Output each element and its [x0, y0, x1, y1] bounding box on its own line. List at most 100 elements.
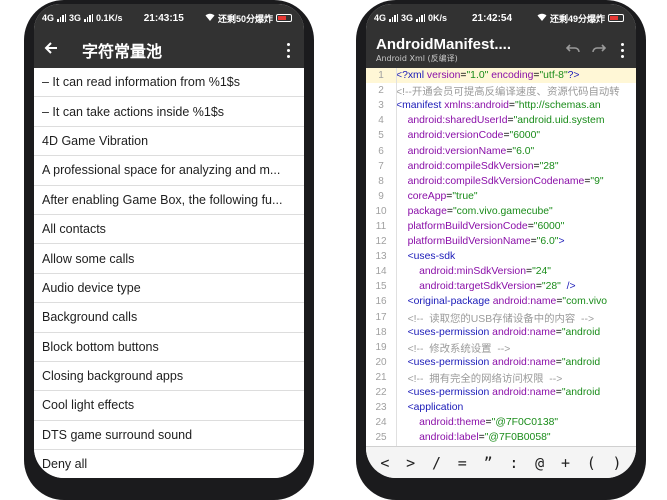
- symbol-key[interactable]: =: [451, 454, 473, 472]
- code-line[interactable]: 9 coreApp="true": [366, 189, 636, 204]
- more-options-icon[interactable]: [616, 42, 628, 58]
- list-item[interactable]: DTS game surround sound: [34, 421, 304, 451]
- symbol-key[interactable]: +: [554, 454, 576, 472]
- line-number: 22: [375, 387, 387, 399]
- code-text: android:theme="@7F0C0138": [419, 417, 559, 429]
- code-line[interactable]: 6 android:versionName="6.0": [366, 143, 636, 158]
- code-line[interactable]: 25 android:label="@7F0B0058": [366, 430, 636, 445]
- code-text: android:sharedUserId="android.uid.system: [407, 115, 605, 127]
- symbol-key[interactable]: :: [503, 454, 525, 472]
- list-item[interactable]: Background calls: [34, 303, 304, 333]
- network-label: 4G: [374, 13, 387, 23]
- symbol-key[interactable]: >: [400, 454, 422, 472]
- right-screen: 4G 3G 0K/s 21:42:54 还剩49分爆炸 AndroidManif…: [366, 4, 636, 478]
- list-item[interactable]: A professional space for analyzing and m…: [34, 156, 304, 186]
- code-text: <uses-sdk: [407, 251, 456, 263]
- code-text: <uses-permission android:name="android: [407, 326, 601, 338]
- code-text: package="com.vivo.gamecube": [407, 205, 553, 217]
- code-text: <!-- 读取您的USB存储设备中的内容 -->: [407, 313, 595, 325]
- code-line[interactable]: 8 android:compileSdkVersionCodename="9": [366, 174, 636, 189]
- list-item[interactable]: After enabling Game Box, the following f…: [34, 186, 304, 215]
- line-number: 18: [375, 326, 387, 338]
- line-number: 8: [378, 175, 384, 187]
- redo-icon[interactable]: [586, 42, 612, 58]
- code-line[interactable]: 23 <application: [366, 400, 636, 415]
- undo-icon[interactable]: [560, 42, 586, 58]
- symbol-key[interactable]: (: [580, 454, 602, 472]
- list-item[interactable]: Closing background apps: [34, 362, 304, 392]
- code-line[interactable]: 21 <!-- 拥有完全的网络访问权限 -->: [366, 370, 636, 385]
- code-text: <!--开通会员可提高反编译速度、资源代码自动转: [396, 87, 620, 99]
- code-line[interactable]: 24 android:theme="@7F0C0138": [366, 415, 636, 430]
- line-number-gutter-divider: [396, 68, 397, 446]
- list-item-label: Cool light effects: [42, 398, 135, 413]
- code-line[interactable]: 2 <!--开通会员可提高反编译速度、资源代码自动转: [366, 83, 636, 98]
- list-item[interactable]: Block bottom buttons: [34, 333, 304, 362]
- line-number: 12: [375, 236, 387, 248]
- list-item-label: After enabling Game Box, the following f…: [42, 192, 283, 207]
- list-item[interactable]: Deny all: [34, 450, 304, 478]
- symbol-key[interactable]: /: [425, 454, 447, 472]
- code-line[interactable]: 7 android:compileSdkVersion="28": [366, 159, 636, 174]
- list-item[interactable]: – It can take actions inside %1$s: [34, 97, 304, 127]
- code-line[interactable]: 22 <uses-permission android:name="androi…: [366, 385, 636, 400]
- code-line[interactable]: 12 platformBuildVersionName="6.0">: [366, 234, 636, 249]
- code-line[interactable]: 1 <?xml version="1.0" encoding="utf-8"?>: [366, 68, 636, 84]
- code-text: <!-- 修改系统设置 -->: [407, 343, 511, 355]
- code-line[interactable]: 17 <!-- 读取您的USB存储设备中的内容 -->: [366, 310, 636, 325]
- code-text: <manifest xmlns:android="http://schemas.…: [396, 100, 601, 112]
- list-item[interactable]: 4D Game Vibration: [34, 127, 304, 157]
- list-item-label: 4D Game Vibration: [42, 133, 149, 148]
- right-status-bar: 4G 3G 0K/s 21:42:54 还剩49分爆炸: [366, 4, 636, 32]
- net-speed: 0.1K/s: [96, 13, 123, 23]
- code-text: coreApp="true": [407, 190, 478, 202]
- code-text: <uses-permission android:name="android: [407, 356, 601, 368]
- code-line[interactable]: 13 <uses-sdk: [366, 249, 636, 264]
- net-speed: 0K/s: [428, 13, 448, 23]
- symbol-key[interactable]: @: [529, 454, 551, 472]
- line-number: 15: [375, 281, 387, 293]
- code-line[interactable]: 14 android:minSdkVersion="24": [366, 264, 636, 279]
- list-item[interactable]: All contacts: [34, 215, 304, 245]
- code-line[interactable]: 19 <!-- 修改系统设置 -->: [366, 340, 636, 355]
- line-number: 25: [375, 432, 387, 444]
- network-label-2: 3G: [69, 13, 82, 23]
- list-item[interactable]: Cool light effects: [34, 391, 304, 421]
- code-text: android:compileSdkVersionCodename="9": [407, 175, 604, 187]
- line-number: 14: [375, 266, 387, 278]
- code-line[interactable]: 4 android:sharedUserId="android.uid.syst…: [366, 113, 636, 128]
- carrier-label: 还剩50分爆炸: [217, 13, 273, 24]
- code-line[interactable]: 15 android:targetSdkVersion="28" />: [366, 279, 636, 294]
- list-item-label: DTS game surround sound: [42, 427, 193, 442]
- symbol-key[interactable]: <: [374, 454, 396, 472]
- list-item-label: Background calls: [42, 310, 138, 325]
- code-text: android:versionName="6.0": [407, 145, 535, 157]
- list-item-label: Audio device type: [42, 280, 141, 295]
- code-line[interactable]: 5 android:versionCode="6000": [366, 128, 636, 143]
- code-line[interactable]: 3 <manifest xmlns:android="http://schemas…: [366, 98, 636, 113]
- left-phone-frame: 4G 3G 0.1K/s 21:43:15 还剩50分爆炸 字符常量池 – It…: [24, 0, 314, 500]
- code-line[interactable]: 18 <uses-permission android:name="androi…: [366, 325, 636, 340]
- line-number: 21: [375, 371, 387, 383]
- list-item[interactable]: – It can read information from %1$s: [34, 68, 304, 98]
- more-options-icon[interactable]: [282, 42, 294, 58]
- code-editor[interactable]: 1 <?xml version="1.0" encoding="utf-8"?> 2…: [366, 68, 636, 446]
- line-number: 24: [375, 417, 387, 429]
- list-item[interactable]: Allow some calls: [34, 244, 304, 274]
- code-line[interactable]: 10 package="com.vivo.gamecube": [366, 204, 636, 219]
- line-number: 2: [378, 85, 384, 97]
- line-number: 20: [375, 356, 387, 368]
- list-item-label: – It can read information from %1$s: [42, 75, 241, 90]
- list-item[interactable]: Audio device type: [34, 274, 304, 304]
- code-line[interactable]: 16 <original-package android:name="com.v…: [366, 294, 636, 309]
- code-line[interactable]: 11 platformBuildVersionCode="6000": [366, 219, 636, 234]
- list-item-label: Block bottom buttons: [42, 339, 159, 354]
- left-toolbar: 字符常量池: [34, 32, 304, 68]
- symbol-key[interactable]: ”: [477, 454, 499, 472]
- wifi-icon: [537, 13, 547, 23]
- symbol-key[interactable]: ): [606, 454, 628, 472]
- line-number: 7: [378, 160, 384, 172]
- code-line[interactable]: 20 <uses-permission android:name="androi…: [366, 355, 636, 370]
- code-text: android:minSdkVersion="24": [419, 266, 551, 278]
- back-arrow-icon[interactable]: [44, 41, 74, 59]
